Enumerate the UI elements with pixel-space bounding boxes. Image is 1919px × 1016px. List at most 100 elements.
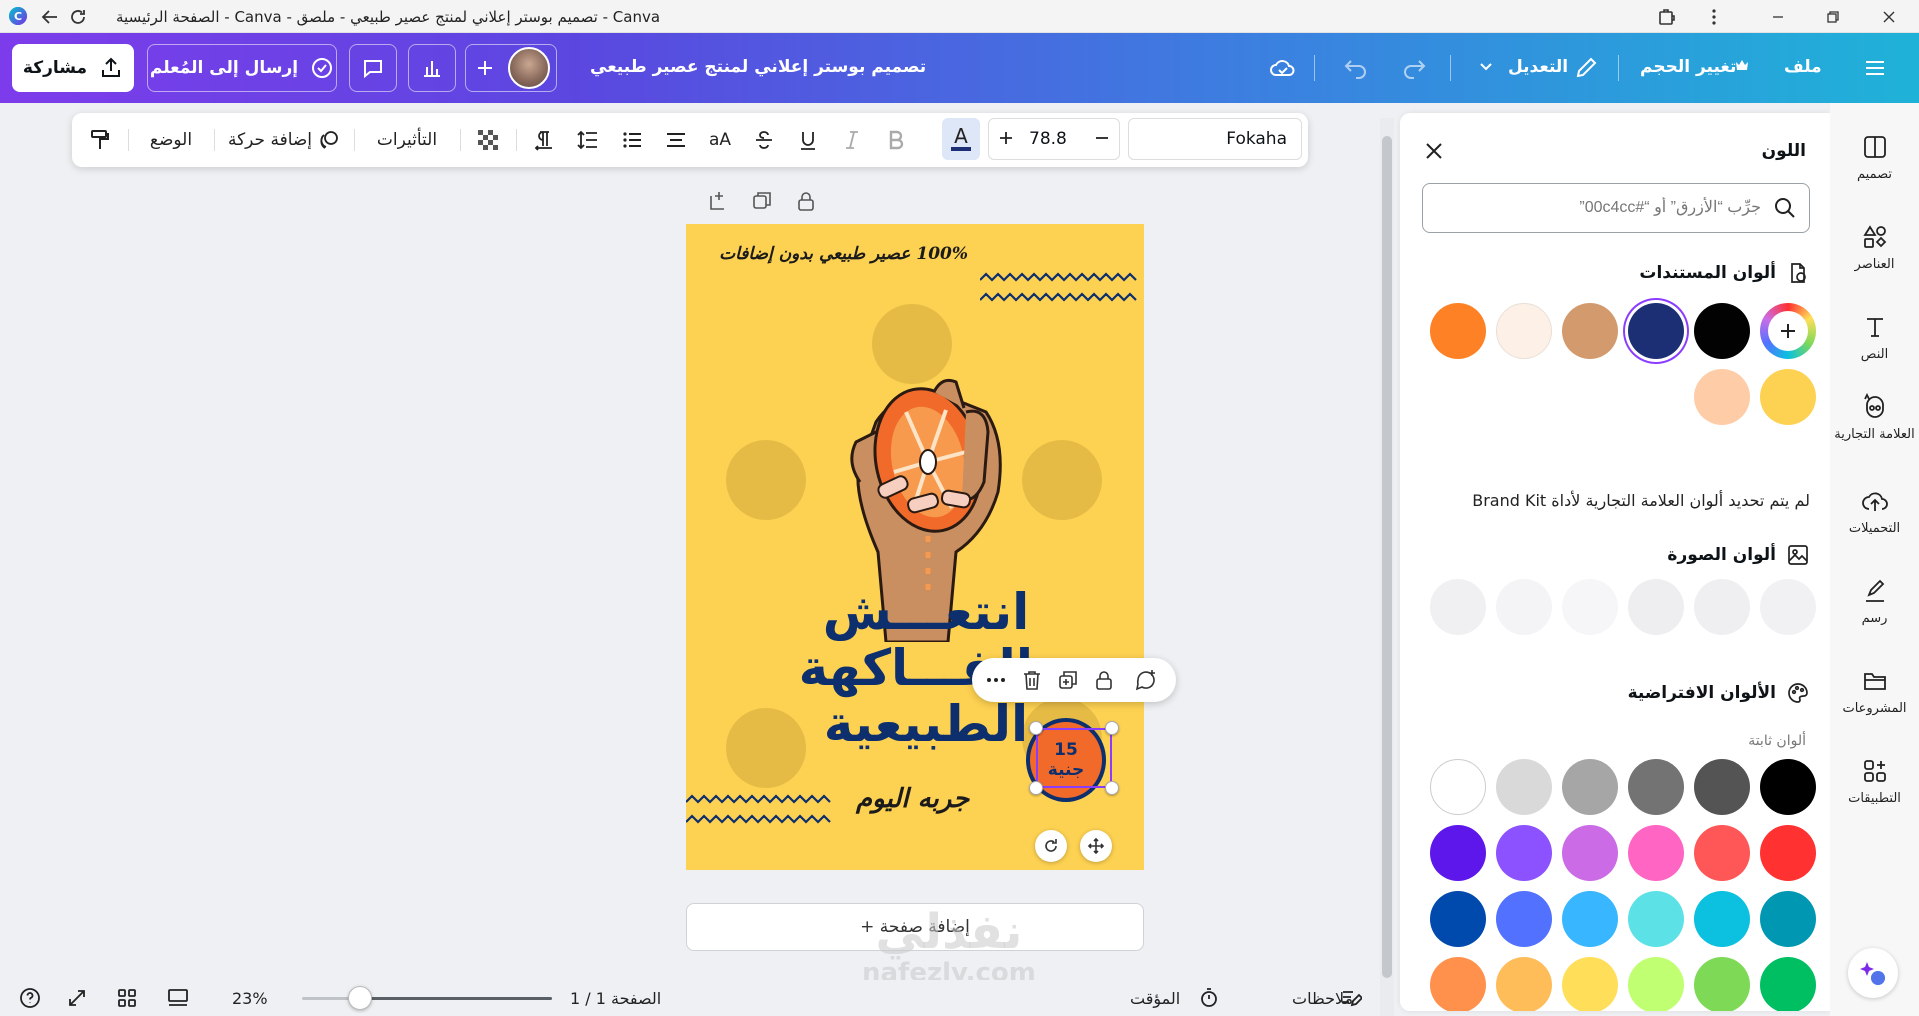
resize-handle[interactable] [1105, 781, 1119, 795]
default-color-swatch[interactable] [1496, 891, 1552, 947]
back-arrow-icon[interactable] [38, 5, 62, 29]
trash-icon[interactable] [1018, 666, 1046, 694]
resize-handle[interactable] [1029, 781, 1043, 795]
zoom-slider[interactable] [302, 997, 552, 1000]
vertical-scrollbar[interactable] [1380, 118, 1394, 1016]
rotate-button[interactable] [1035, 830, 1067, 862]
notes-icon[interactable] [1340, 980, 1362, 1016]
animate-button[interactable]: إضافة حركة [222, 113, 346, 167]
default-color-swatch[interactable] [1562, 891, 1618, 947]
magic-assistant-button[interactable] [1848, 948, 1898, 998]
restore-icon[interactable] [1821, 5, 1845, 29]
document-color-swatch[interactable] [1496, 303, 1552, 359]
more-horizontal-icon[interactable] [982, 666, 1010, 694]
transparency-button[interactable] [468, 113, 508, 167]
lock-page-icon[interactable] [794, 189, 818, 213]
rail-item-elements[interactable]: العناصر [1830, 223, 1919, 272]
zoom-value[interactable]: 23% [232, 980, 268, 1016]
duplicate-icon[interactable] [1054, 666, 1082, 694]
grid-view-icon[interactable] [116, 980, 138, 1016]
color-search-input[interactable] [1451, 196, 1761, 220]
scrollbar-thumb[interactable] [1382, 136, 1392, 978]
default-color-swatch[interactable] [1694, 825, 1750, 881]
zoom-slider-handle[interactable] [347, 986, 372, 1010]
poster-call-to-action[interactable]: جربه اليوم [856, 784, 969, 814]
duplicate-page-icon[interactable] [750, 189, 774, 213]
collaborators-group[interactable] [465, 44, 557, 92]
close-window-icon[interactable] [1877, 5, 1901, 29]
copy-style-button[interactable] [80, 113, 120, 167]
resize-button[interactable]: تغيير الحجم [1640, 57, 1736, 77]
default-color-swatch[interactable] [1760, 957, 1816, 1011]
default-color-swatch[interactable] [1694, 759, 1750, 815]
extensions-icon[interactable] [1655, 5, 1679, 29]
rail-item-uploads[interactable]: التحميلات [1830, 487, 1919, 536]
default-color-swatch[interactable] [1496, 957, 1552, 1011]
effects-button[interactable]: التأثيرات [362, 113, 452, 167]
italic-button[interactable] [832, 113, 872, 167]
image-color-swatch[interactable] [1628, 579, 1684, 635]
default-color-swatch[interactable] [1430, 957, 1486, 1011]
lock-icon[interactable] [1090, 666, 1118, 694]
document-color-swatch[interactable] [1628, 303, 1684, 359]
send-to-teacher-button[interactable]: إرسال إلى المُعلم [147, 44, 337, 92]
resize-handle[interactable] [1105, 721, 1119, 735]
menu-icon[interactable] [1862, 55, 1888, 81]
chevron-down-icon[interactable] [1477, 57, 1495, 75]
resize-handle[interactable] [1029, 721, 1043, 735]
default-color-swatch[interactable] [1694, 957, 1750, 1011]
rail-item-text[interactable]: النص [1830, 313, 1919, 362]
undo-icon[interactable] [1342, 53, 1370, 81]
close-icon[interactable] [1420, 137, 1448, 165]
text-direction-button[interactable] [524, 113, 564, 167]
timer-label[interactable]: المؤقت [1130, 980, 1180, 1016]
page-indicator[interactable]: الصفحة 1 / 1 [570, 980, 661, 1016]
letter-case-button[interactable]: aA [700, 113, 740, 167]
document-color-swatch[interactable] [1562, 303, 1618, 359]
default-color-swatch[interactable] [1562, 825, 1618, 881]
file-menu[interactable]: ملف [1784, 57, 1822, 77]
document-color-swatch[interactable] [1694, 369, 1750, 425]
default-color-swatch[interactable] [1628, 825, 1684, 881]
image-color-swatch[interactable] [1496, 579, 1552, 635]
default-color-swatch[interactable] [1430, 891, 1486, 947]
reload-icon[interactable] [66, 5, 90, 29]
default-color-swatch[interactable] [1628, 891, 1684, 947]
text-color-button[interactable]: A [942, 118, 980, 160]
default-color-swatch[interactable] [1760, 825, 1816, 881]
rail-item-projects[interactable]: المشروعات [1830, 667, 1919, 716]
default-color-swatch[interactable] [1562, 759, 1618, 815]
timer-icon[interactable] [1198, 980, 1220, 1016]
page-view-icon[interactable] [166, 980, 190, 1016]
rail-item-brand[interactable]: العلامة التجارية [1830, 393, 1919, 442]
spacing-button[interactable] [568, 113, 608, 167]
document-color-swatch[interactable] [1430, 303, 1486, 359]
list-button[interactable] [612, 113, 652, 167]
default-color-swatch[interactable] [1628, 957, 1684, 1011]
strikethrough-button[interactable] [744, 113, 784, 167]
default-color-swatch[interactable] [1496, 825, 1552, 881]
edit-mode-label[interactable]: التعديل [1508, 57, 1568, 77]
insights-button[interactable] [408, 44, 456, 92]
comments-button[interactable] [349, 44, 397, 92]
fullscreen-icon[interactable] [66, 980, 88, 1016]
color-search-field[interactable] [1422, 183, 1810, 233]
add-comment-icon[interactable] [1132, 666, 1160, 694]
share-button[interactable]: مشاركة [12, 44, 134, 92]
minimize-icon[interactable] [1766, 5, 1790, 29]
image-color-swatch[interactable] [1430, 579, 1486, 635]
poster-tagline[interactable]: 100% عصير طبيعي بدون إضافات [719, 244, 968, 264]
document-color-swatch[interactable] [1694, 303, 1750, 359]
default-color-swatch[interactable] [1430, 759, 1486, 815]
image-color-swatch[interactable] [1760, 579, 1816, 635]
rail-item-draw[interactable]: رسم [1830, 577, 1919, 626]
pencil-icon[interactable] [1574, 54, 1600, 80]
default-color-swatch[interactable] [1430, 825, 1486, 881]
default-color-swatch[interactable] [1628, 759, 1684, 815]
add-color-button[interactable] [1760, 303, 1816, 359]
document-color-swatch[interactable] [1760, 369, 1816, 425]
default-color-swatch[interactable] [1496, 759, 1552, 815]
add-notes-icon[interactable] [706, 189, 730, 213]
more-vertical-icon[interactable] [1702, 5, 1726, 29]
plus-icon[interactable] [997, 129, 1015, 147]
